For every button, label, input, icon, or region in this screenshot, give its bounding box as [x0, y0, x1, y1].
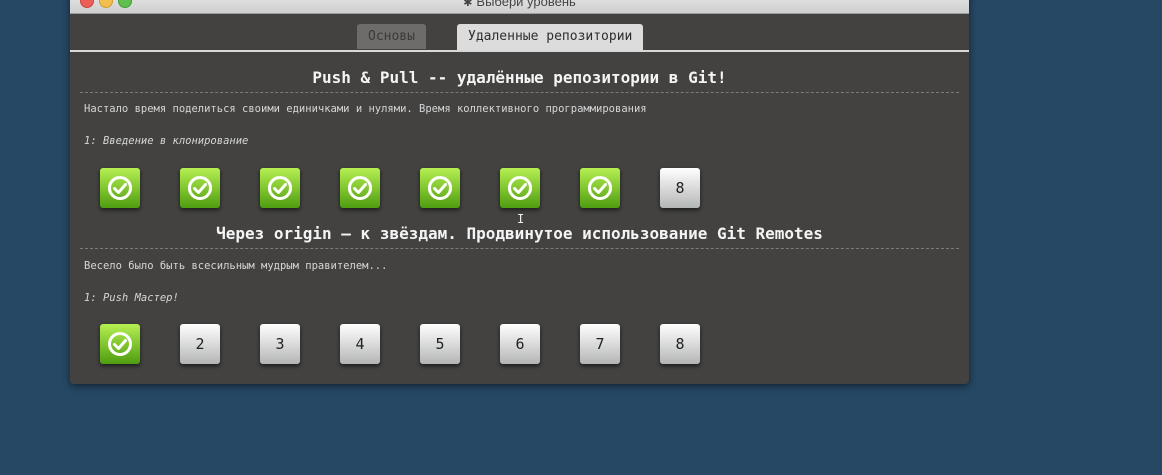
level-number: 3 — [275, 335, 285, 353]
level-button-1[interactable] — [100, 324, 140, 364]
section-description: Весело было быть всесильным мудрым прави… — [84, 260, 388, 272]
section-title: Push & Pull -- удалённые репозитории в G… — [312, 68, 727, 87]
tab-basics[interactable]: Основы — [357, 24, 426, 49]
level-button-8[interactable]: 8 — [660, 168, 700, 208]
level-number: 6 — [515, 335, 525, 353]
level-button-3[interactable] — [260, 168, 300, 208]
level-number: 5 — [435, 335, 445, 353]
level-button-5[interactable] — [420, 168, 460, 208]
level-number: 8 — [675, 335, 685, 353]
level-number: 7 — [595, 335, 605, 353]
level-button-5[interactable]: 5 — [420, 324, 460, 364]
level-button-3[interactable]: 3 — [260, 324, 300, 364]
level-button-8[interactable]: 8 — [660, 324, 700, 364]
level-button-2[interactable] — [180, 168, 220, 208]
check-circle-icon — [428, 176, 452, 200]
check-circle-icon — [188, 176, 212, 200]
level-number: 4 — [355, 335, 365, 353]
level-button-7[interactable] — [580, 168, 620, 208]
section-title: Через origin – к звёздам. Продвинутое ис… — [216, 224, 823, 243]
level-select-window: ✱ Выбери уровень Основы Удаленные репозит… — [70, 0, 969, 384]
window-title-text: Выбери уровень — [476, 0, 576, 9]
check-circle-icon — [508, 176, 532, 200]
level-number: 8 — [675, 179, 685, 197]
level-button-6[interactable] — [500, 168, 540, 208]
check-circle-icon — [268, 176, 292, 200]
check-circle-icon — [108, 176, 132, 200]
section-description: Настало время поделиться своими единичка… — [84, 103, 647, 115]
text-cursor-icon: I — [517, 212, 525, 226]
check-circle-icon — [588, 176, 612, 200]
title-bar[interactable]: ✱ Выбери уровень — [70, 0, 969, 14]
level-number: 2 — [195, 335, 205, 353]
level-button-2[interactable]: 2 — [180, 324, 220, 364]
gear-icon: ✱ — [463, 0, 473, 9]
check-circle-icon — [108, 332, 132, 356]
window-title: ✱ Выбери уровень — [70, 0, 969, 9]
level-button-7[interactable]: 7 — [580, 324, 620, 364]
section-divider — [80, 248, 959, 249]
level-button-1[interactable] — [100, 168, 140, 208]
level-button-6[interactable]: 6 — [500, 324, 540, 364]
section-subtitle: 1: Введение в клонирование — [84, 135, 249, 147]
tab-bar-underline — [70, 50, 969, 52]
level-button-4[interactable]: 4 — [340, 324, 380, 364]
section-subtitle: 1: Push Мастер! — [84, 292, 179, 304]
check-circle-icon — [348, 176, 372, 200]
level-button-4[interactable] — [340, 168, 380, 208]
tab-remote-repositories[interactable]: Удаленные репозитории — [457, 24, 644, 51]
section-divider — [80, 92, 959, 93]
